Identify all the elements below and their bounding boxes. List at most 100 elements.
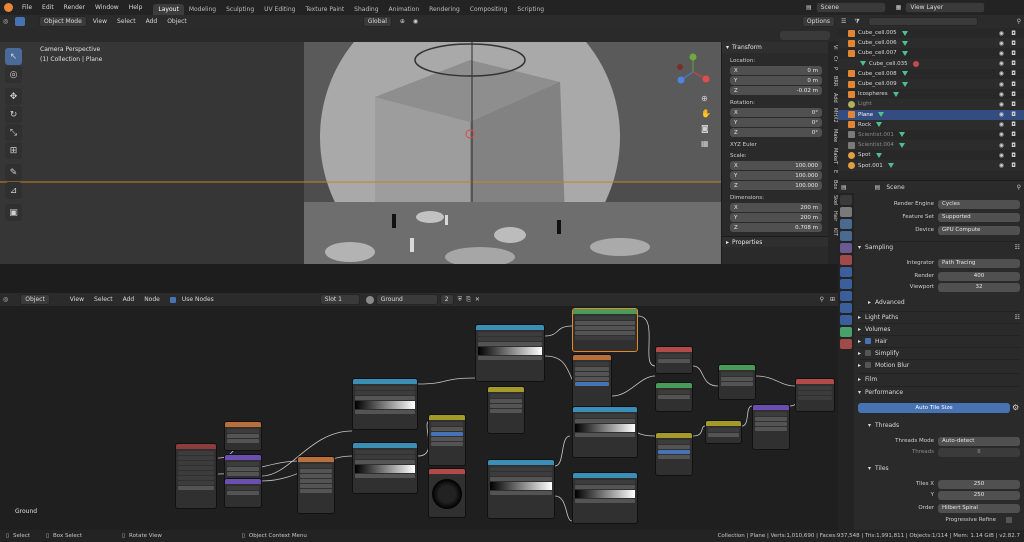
camera-icon[interactable]: ◘: [1011, 91, 1016, 98]
tiles-y-field[interactable]: 250: [938, 490, 1020, 500]
viewport-samples-field[interactable]: 32: [938, 282, 1020, 292]
volumes-panel[interactable]: ▸ Volumes: [858, 323, 1020, 334]
node-principled-bsdf-2[interactable]: [655, 382, 693, 412]
render-tab-icon[interactable]: [840, 207, 852, 217]
sidebar-tab[interactable]: E: [828, 167, 838, 176]
outliner-search-input[interactable]: [867, 17, 978, 26]
menu-file[interactable]: File: [17, 4, 37, 11]
editor-type-icon[interactable]: ◎: [3, 18, 13, 25]
node-mix-rgb-4[interactable]: [705, 420, 742, 444]
outliner-item[interactable]: Scientist.004 ◉ ◘: [838, 140, 1024, 151]
camera-icon[interactable]: ◘: [1011, 121, 1016, 128]
perspective-grid-icon[interactable]: ▦: [701, 139, 711, 148]
camera-icon[interactable]: ◘: [1011, 101, 1016, 108]
camera-icon[interactable]: ◘: [1011, 111, 1016, 118]
node-mix-rgb[interactable]: [428, 414, 466, 466]
sidebar-tab[interactable]: Box: [828, 177, 838, 192]
tab-shading[interactable]: Shading: [349, 4, 383, 15]
camera-view-icon[interactable]: ◙: [701, 124, 711, 133]
camera-icon[interactable]: ◘: [1011, 152, 1016, 159]
progressive-refine-checkbox[interactable]: [1006, 517, 1012, 523]
advanced-subpanel[interactable]: ▸ Advanced: [858, 297, 1020, 308]
menu-add[interactable]: Add: [142, 18, 162, 25]
threads-mode-dropdown[interactable]: Auto-detect: [938, 436, 1020, 446]
film-panel[interactable]: ▸ Film: [858, 373, 1020, 384]
scale-z-field[interactable]: Z 100.000: [730, 181, 822, 190]
world-tab-icon[interactable]: [840, 255, 852, 265]
tab-animation[interactable]: Animation: [384, 4, 425, 15]
view-layer-tab-icon[interactable]: [840, 231, 852, 241]
funnel-icon[interactable]: ⚲: [1017, 18, 1021, 25]
select-box-tool[interactable]: ↖: [5, 48, 22, 65]
sidebar-tab[interactable]: BRR: [828, 73, 838, 89]
sidebar-tab[interactable]: MakeT: [828, 145, 838, 167]
outliner-item[interactable]: Cube_cell.005 ◉ ◘: [838, 28, 1024, 38]
node-texture-coordinate[interactable]: [175, 443, 217, 509]
simplify-panel[interactable]: ▸ Simplify: [858, 347, 1020, 358]
node-musgrave-texture[interactable]: [297, 456, 335, 514]
menu-view[interactable]: View: [66, 296, 88, 303]
eye-icon[interactable]: ◉: [999, 121, 1004, 128]
outliner-item[interactable]: Icospheres ◉ ◘: [838, 89, 1024, 99]
integrator-dropdown[interactable]: Path Tracing: [938, 258, 1020, 268]
node-principled-bsdf[interactable]: [572, 308, 638, 352]
outliner-item[interactable]: Cube_cell.008 ◉ ◘: [838, 69, 1024, 79]
menu-node[interactable]: Node: [140, 296, 164, 303]
node-color-ramp-6[interactable]: [572, 472, 638, 524]
scale-x-field[interactable]: X 100.000: [730, 161, 822, 170]
motion-blur-checkbox[interactable]: [865, 362, 872, 368]
slot-dropdown[interactable]: Slot 1: [319, 294, 360, 305]
outliner-item[interactable]: Cube_cell.007 ◉ ◘: [838, 48, 1024, 58]
node-displacement[interactable]: [752, 404, 790, 450]
menu-view[interactable]: View: [89, 18, 111, 25]
sidebar-tab[interactable]: MHX2: [828, 105, 838, 126]
rotation-y-field[interactable]: Y 0°: [730, 118, 822, 127]
pan-hand-icon[interactable]: ✋: [701, 109, 711, 118]
node-color-ramp[interactable]: [352, 378, 418, 430]
transform-panel-header[interactable]: ▾ Transform: [722, 42, 828, 53]
output-tab-icon[interactable]: [840, 219, 852, 229]
tab-sculpting[interactable]: Sculpting: [221, 4, 259, 15]
menu-window[interactable]: Window: [90, 4, 124, 11]
node-color-ramp-5[interactable]: [572, 406, 638, 458]
outliner-item[interactable]: Rock ◉ ◘: [838, 119, 1024, 130]
node-mix-rgb-2[interactable]: [487, 386, 525, 434]
navigation-gizmo[interactable]: [673, 52, 713, 92]
outliner-item[interactable]: Spot ◉ ◘: [838, 150, 1024, 160]
blender-logo-icon[interactable]: [4, 3, 13, 12]
list-icon[interactable]: ☷: [1015, 314, 1020, 321]
sidebar-tab[interactable]: Cr: [828, 53, 838, 65]
outliner-item[interactable]: Cube_cell.009 ◉ ◘: [838, 78, 1024, 90]
data-tab-icon[interactable]: [840, 327, 852, 337]
menu-select[interactable]: Select: [90, 296, 117, 303]
camera-icon[interactable]: ◘: [1011, 81, 1016, 88]
snap-icon[interactable]: ⊕: [400, 18, 405, 25]
rotation-x-field[interactable]: X 0°: [730, 108, 822, 117]
tab-compositing[interactable]: Compositing: [465, 4, 513, 15]
scene-tab-icon[interactable]: [840, 243, 852, 253]
node-bump[interactable]: [655, 346, 693, 374]
node-mix-shader[interactable]: [718, 364, 756, 400]
camera-icon[interactable]: ◘: [1011, 142, 1016, 149]
material-users-count[interactable]: 2: [439, 294, 454, 305]
sidebar-tab[interactable]: P: [828, 64, 838, 73]
zoom-icon[interactable]: ⊕: [701, 94, 711, 103]
rotation-z-field[interactable]: Z 0°: [730, 128, 822, 137]
move-tool[interactable]: ✥: [5, 88, 22, 105]
properties-panel-header[interactable]: ▸ Properties: [722, 236, 828, 247]
eye-icon[interactable]: ◉: [999, 162, 1004, 169]
node-color-ramp-3[interactable]: [475, 324, 545, 382]
tool-tab-icon[interactable]: [840, 195, 852, 205]
node-rgb[interactable]: [428, 468, 466, 518]
menu-edit[interactable]: Edit: [37, 4, 59, 11]
eye-icon[interactable]: ◉: [999, 40, 1004, 47]
menu-object[interactable]: Object: [163, 18, 191, 25]
scale-y-field[interactable]: Y 100.000: [730, 171, 822, 180]
rotate-tool[interactable]: ↻: [5, 106, 22, 123]
outliner-editor-icon[interactable]: ☰: [841, 18, 846, 25]
eye-icon[interactable]: ◉: [999, 142, 1004, 149]
sidebar-tab[interactable]: KIT: [828, 225, 838, 239]
sidebar-tab[interactable]: Hair: [828, 208, 838, 224]
mode-dropdown[interactable]: Object Mode: [39, 16, 87, 27]
browse-icon[interactable]: ⎘: [466, 296, 471, 304]
